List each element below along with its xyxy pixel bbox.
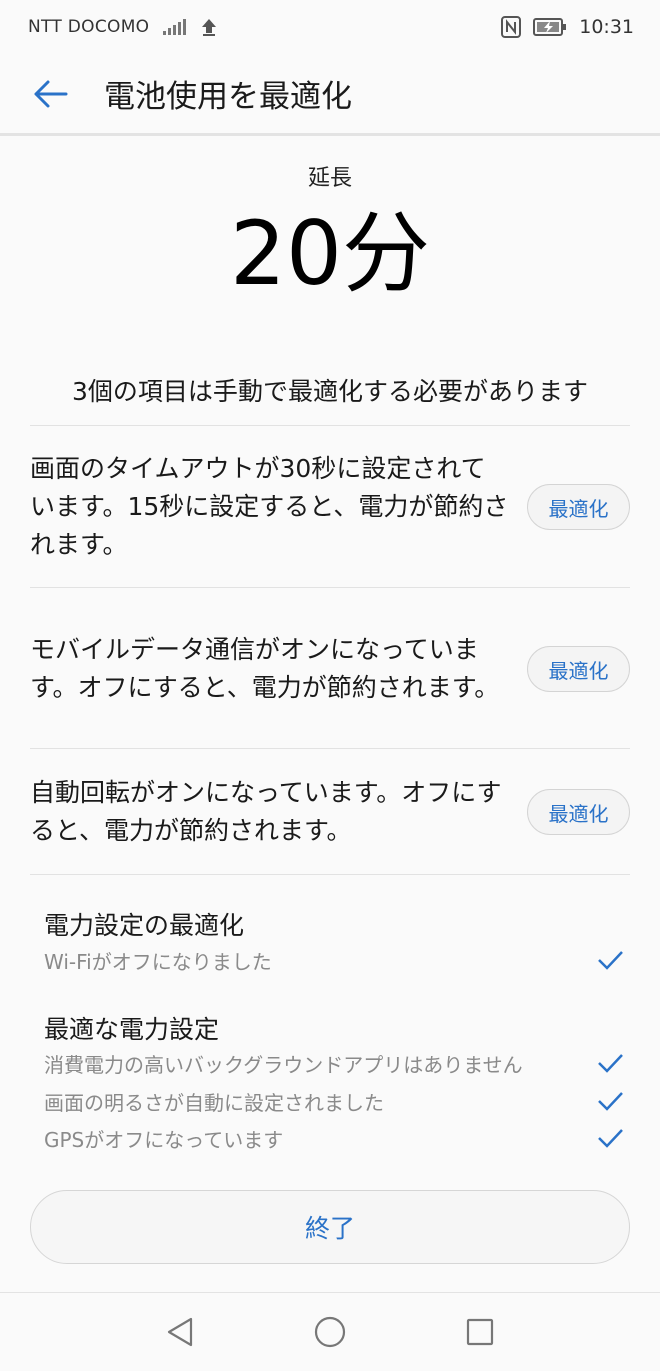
done-item: 画面の明るさが自動に設定されました [44,1084,624,1118]
done-item-text: 消費電力の高いバックグラウンドアプリはありません [44,1052,523,1077]
recents-square-icon [466,1318,494,1346]
status-left: NTT DOCOMO [28,17,218,37]
check-icon [598,1092,623,1111]
arrow-left-icon [34,80,68,107]
nav-recents-button[interactable] [460,1312,500,1352]
done-item-text: GPSがオフになっています [44,1127,284,1152]
battery-charging-icon [533,18,567,36]
check-icon [598,1054,623,1073]
carrier-name: NTT DOCOMO [28,17,150,37]
signal-icon [163,19,187,35]
status-right: 10:31 [501,16,634,38]
manual-item-mobile-data: モバイルデータ通信がオンになっています。オフにすると、電力が節約されます。 最適… [30,612,630,726]
check-icon [598,951,623,970]
done-item-text: 画面の明るさが自動に設定されました [44,1090,384,1115]
optimize-button[interactable]: 最適化 [527,646,630,692]
optimize-button[interactable]: 最適化 [527,789,630,835]
manual-item-screen-timeout: 画面のタイムアウトが30秒に設定されています。15秒に設定すると、電力が節約され… [30,450,630,564]
extension-summary: 延長 20分 [0,160,660,303]
manual-item-text: モバイルデータ通信がオンになっています。オフにすると、電力が節約されます。 [30,635,500,702]
extension-value: 20分 [230,202,430,305]
back-button[interactable] [0,53,100,135]
optimal-settings-title: 最適な電力設定 [44,1015,220,1044]
done-item: Wi-Fiがオフになりました [44,943,624,977]
done-item-text: Wi-Fiがオフになりました [44,949,272,974]
app-bar: 電池使用を最適化 [0,54,660,136]
back-triangle-icon [167,1317,193,1347]
manual-optimization-heading: 3個の項目は手動で最適化する必要があります [72,377,588,406]
nfc-icon [501,16,522,38]
manual-item-auto-rotate: 自動回転がオンになっています。オフにすると、電力が節約されます。 最適化 [30,774,630,850]
nav-home-button[interactable] [310,1312,350,1352]
divider [30,874,630,875]
check-icon [598,1129,623,1148]
clock: 10:31 [579,16,634,38]
upload-icon [202,19,217,36]
status-bar: NTT DOCOMO 10:31 [0,0,660,54]
done-item: GPSがオフになっています [44,1121,624,1155]
optimize-button[interactable]: 最適化 [527,484,630,530]
finish-button[interactable]: 終了 [30,1190,630,1264]
divider [30,587,630,588]
home-circle-icon [314,1316,346,1348]
extension-label: 延長 [307,166,352,191]
done-item: 消費電力の高いバックグラウンドアプリはありません [44,1046,624,1080]
divider [30,748,630,749]
divider [30,425,630,426]
page-title: 電池使用を最適化 [104,79,352,115]
manual-item-text: 自動回転がオンになっています。オフにすると、電力が節約されます。 [30,778,502,845]
nav-back-button[interactable] [160,1312,200,1352]
power-settings-title: 電力設定の最適化 [44,911,245,940]
manual-item-text: 画面のタイムアウトが30秒に設定されています。15秒に設定すると、電力が節約され… [30,454,509,559]
navigation-bar [0,1292,660,1371]
